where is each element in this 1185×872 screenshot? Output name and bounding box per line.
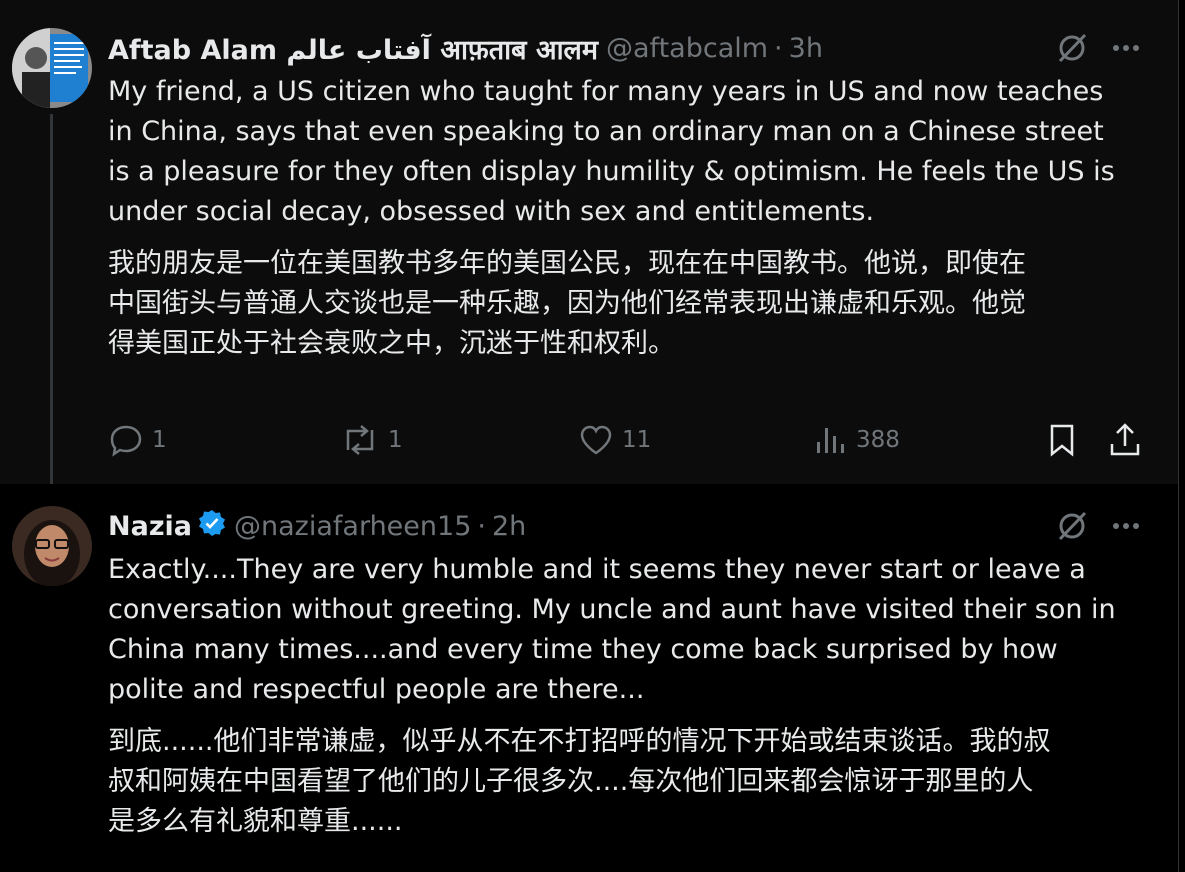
repost-icon	[346, 425, 374, 455]
tweet-text-zh: 我的朋友是一位在美国教书多年的美国公民，现在在中国教书。他说，即使在 中国街头与…	[108, 248, 1026, 359]
avatar[interactable]	[12, 28, 92, 108]
tweet-text-en: My friend, a US citizen who taught for m…	[108, 76, 1115, 227]
grok-icon[interactable]	[1052, 508, 1092, 544]
more-icon[interactable]	[1106, 508, 1146, 544]
separator: ·	[477, 510, 486, 542]
share-button[interactable]	[1108, 418, 1150, 462]
tweet-text-zh: 到底......他们非常谦虚，似乎从不在不打招呼的情况下开始或结束谈话。我的叔 …	[108, 726, 1051, 837]
like-count: 11	[622, 427, 652, 453]
verified-badge-icon	[198, 509, 226, 544]
like-icon	[580, 425, 612, 455]
timestamp[interactable]: 3h	[789, 33, 823, 64]
reply-button[interactable]: 1	[108, 418, 167, 462]
tweet-actions: 1 1 11 388	[108, 418, 1148, 462]
timestamp[interactable]: 2h	[492, 511, 526, 542]
views-button[interactable]: 388	[814, 418, 900, 462]
grok-icon[interactable]	[1052, 30, 1092, 66]
reply-count: 1	[152, 427, 167, 453]
view-count: 388	[856, 427, 900, 453]
author-name[interactable]: Aftab Alam آفتاب عالم आफ़ताब आलम	[108, 30, 598, 67]
more-icon[interactable]	[1106, 30, 1146, 66]
bookmark-button[interactable]	[1046, 418, 1086, 462]
tweet-header: Aftab Alam آفتاب عالم आफ़ताब आलम @aftabc…	[108, 28, 823, 68]
tweet-header: Nazia @naziafarheen15 · 2h	[108, 506, 526, 546]
tweet-nazia[interactable]: Nazia @naziafarheen15 · 2h Exactly....Th…	[0, 484, 1178, 872]
thread-connector-line	[50, 114, 53, 496]
bookmark-icon	[1050, 424, 1074, 457]
tweet-aftab[interactable]: Aftab Alam آفتاب عالم आफ़ताब आलम @aftabc…	[0, 0, 1178, 484]
avatar[interactable]	[12, 506, 92, 586]
views-icon	[817, 428, 844, 453]
reply-icon	[110, 425, 142, 457]
column-border	[1178, 0, 1185, 872]
like-button[interactable]: 11	[578, 418, 651, 462]
repost-button[interactable]: 1	[340, 418, 403, 462]
separator: ·	[774, 32, 783, 64]
repost-count: 1	[388, 427, 403, 453]
author-handle[interactable]: @aftabcalm	[606, 33, 768, 64]
author-handle[interactable]: @naziafarheen15	[234, 511, 471, 542]
author-name[interactable]: Nazia	[108, 511, 192, 542]
share-icon	[1110, 423, 1140, 456]
tweet-text-en: Exactly....They are very humble and it s…	[108, 554, 1116, 705]
